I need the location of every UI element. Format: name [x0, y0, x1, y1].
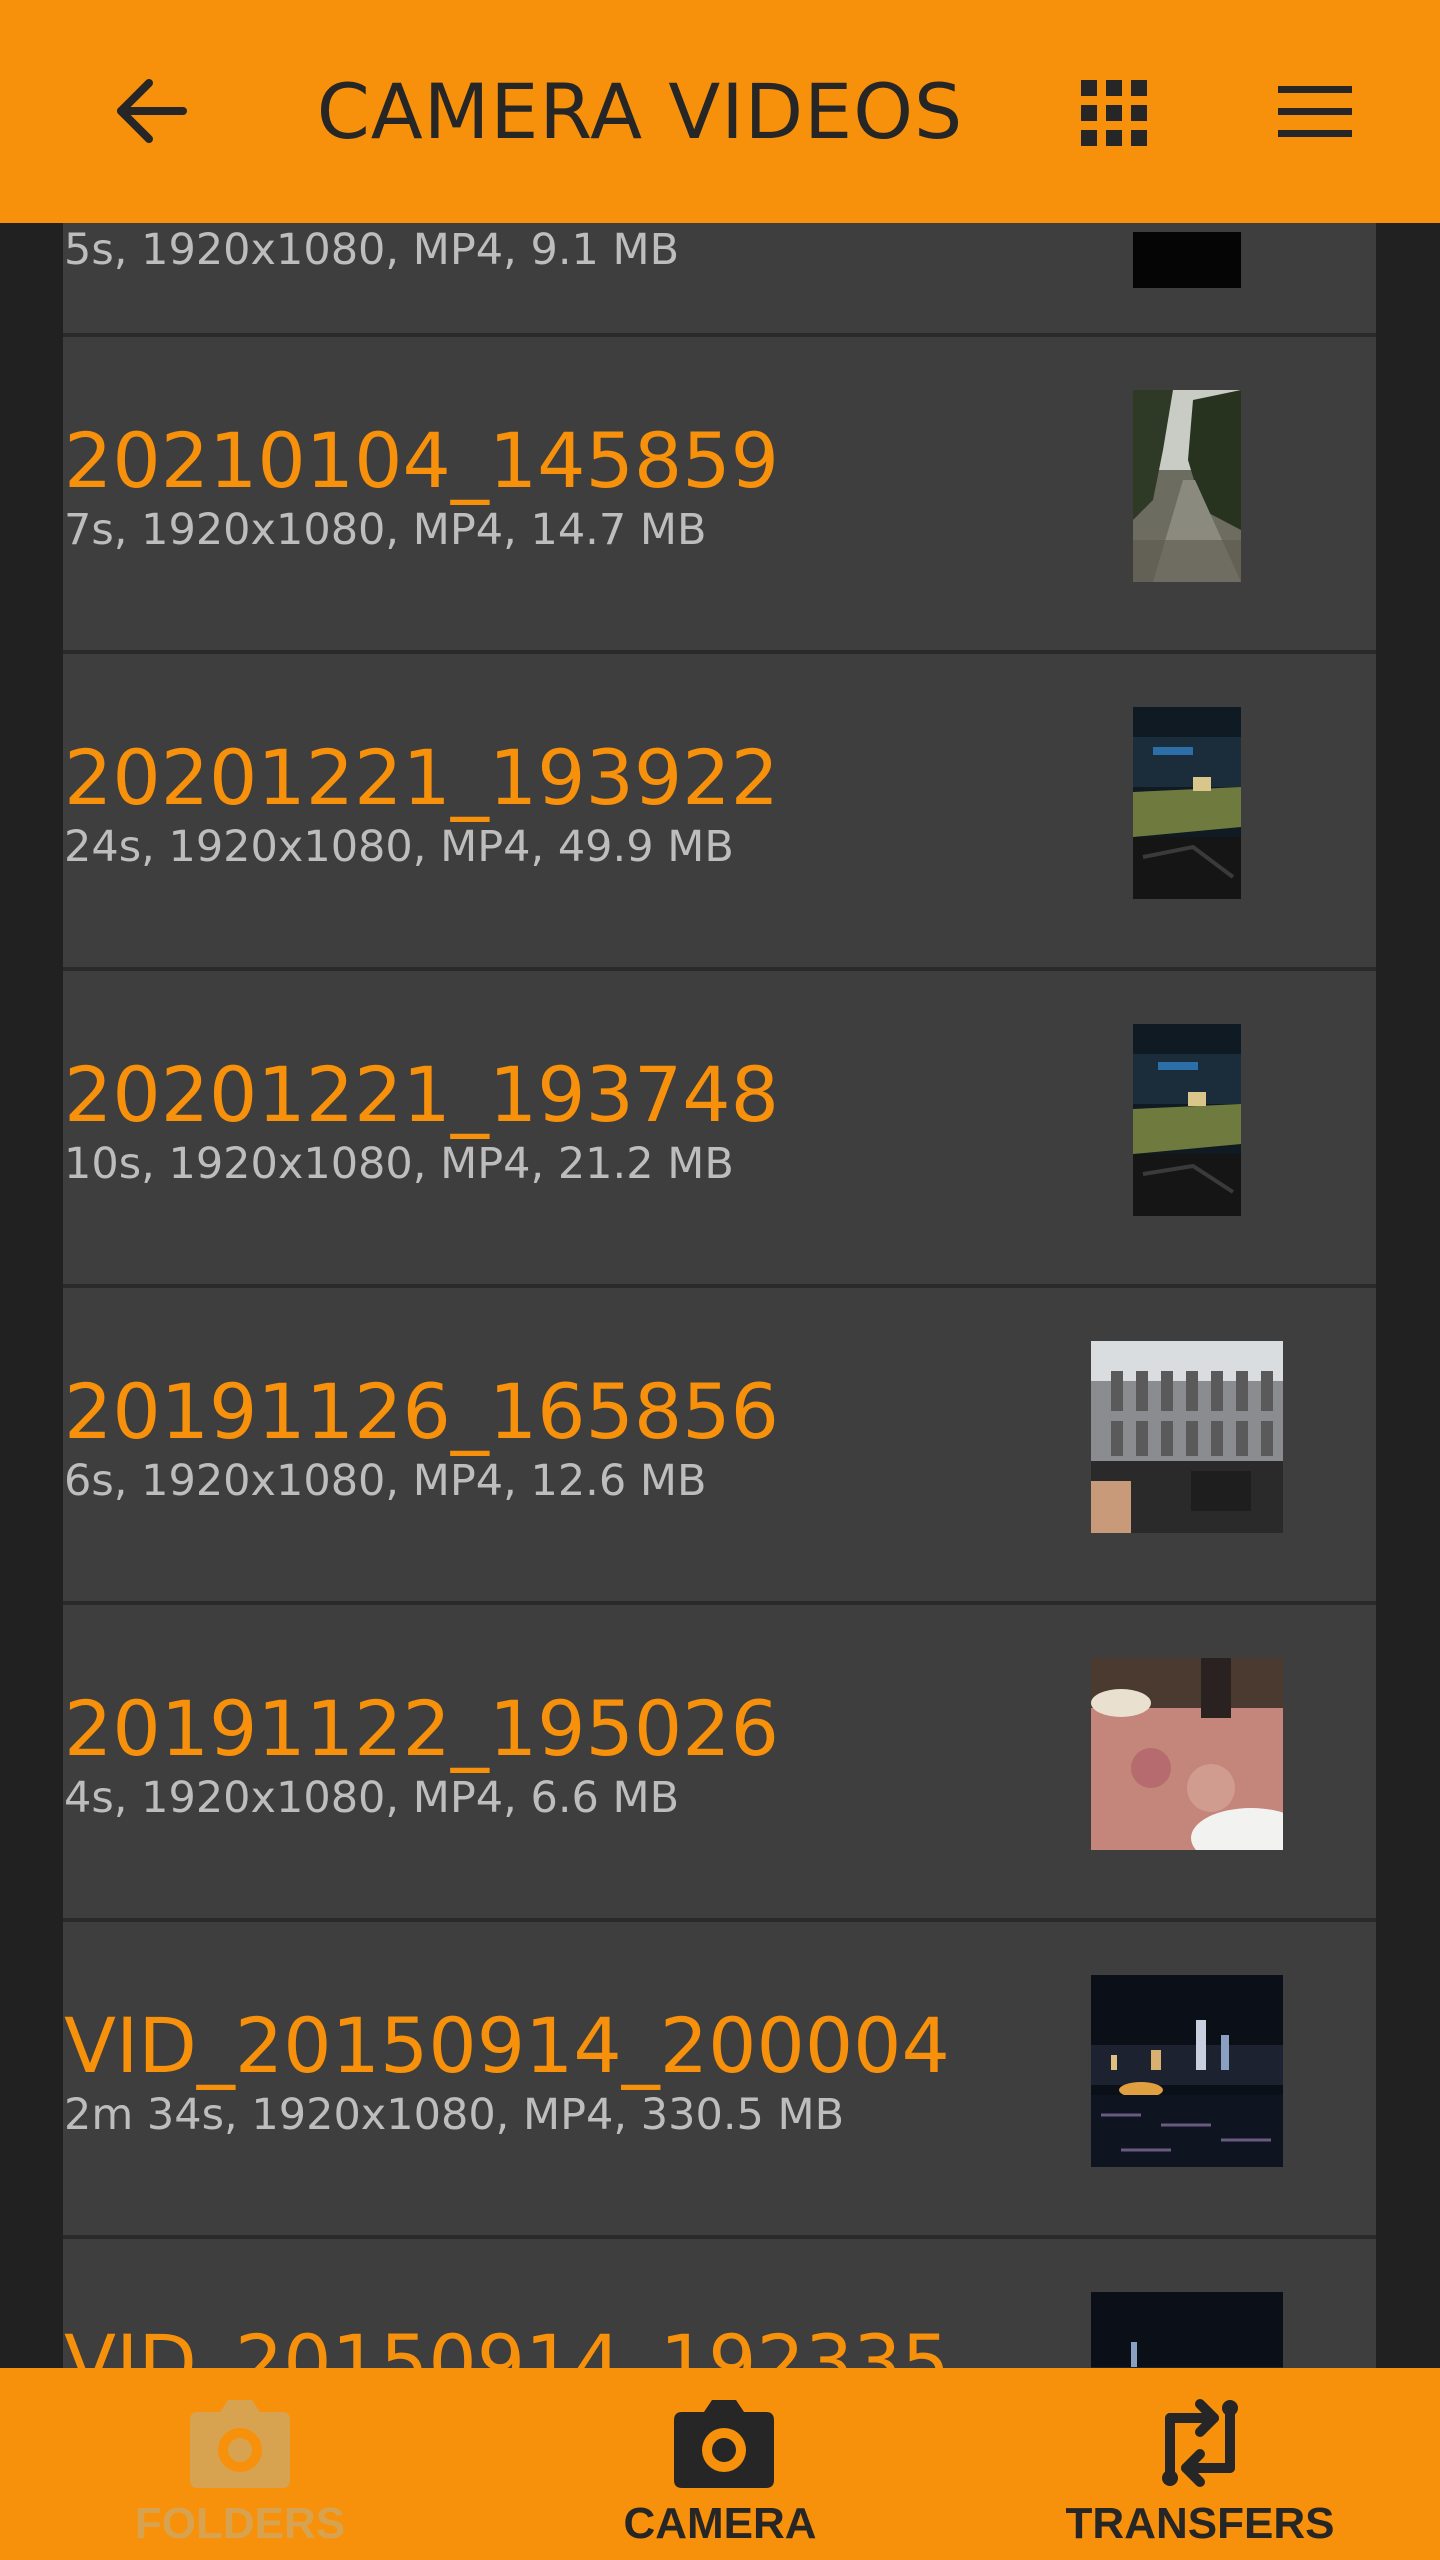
nav-camera-label: CAMERA	[623, 2499, 817, 2548]
video-name: VID_20150914_200004	[64, 2001, 950, 2090]
video-thumbnail	[1133, 1024, 1241, 1216]
video-name: 20201221_193748	[64, 1050, 779, 1139]
video-name: 20191126_165856	[64, 1367, 779, 1456]
nav-folders[interactable]: FOLDERS	[0, 2368, 480, 2560]
video-meta: 6s, 1920x1080, MP4, 12.6 MB	[64, 1456, 707, 1506]
grid-view-icon[interactable]	[1081, 80, 1147, 146]
video-meta: 24s, 1920x1080, MP4, 49.9 MB	[64, 822, 734, 872]
video-name: 20191122_195026	[64, 1684, 779, 1773]
video-thumbnail	[1091, 1658, 1283, 1850]
video-meta: 10s, 1920x1080, MP4, 21.2 MB	[64, 1139, 734, 1189]
hamburger-menu-icon[interactable]	[1278, 84, 1352, 140]
video-list: 5s, 1920x1080, MP4, 9.1 MB 20210104_1458…	[0, 0, 1440, 2560]
arrow-left-icon[interactable]	[115, 78, 187, 144]
video-thumbnail	[1133, 390, 1241, 582]
nav-folders-label: FOLDERS	[134, 2499, 346, 2548]
video-name: 20210104_145859	[64, 416, 779, 505]
video-thumbnail	[1091, 1975, 1283, 2167]
bottom-navigation: FOLDERS CAMERA TRANSFERS	[0, 2368, 1440, 2560]
camera-icon	[190, 2400, 290, 2488]
video-meta: 7s, 1920x1080, MP4, 14.7 MB	[64, 505, 707, 555]
video-thumbnail	[1091, 1341, 1283, 1533]
list-item[interactable]: 20201221_193922 24s, 1920x1080, MP4, 49.…	[63, 654, 1376, 971]
list-item[interactable]: 20191126_165856 6s, 1920x1080, MP4, 12.6…	[63, 1288, 1376, 1605]
video-meta: 4s, 1920x1080, MP4, 6.6 MB	[64, 1773, 680, 1823]
list-item[interactable]: 20201221_193748 10s, 1920x1080, MP4, 21.…	[63, 971, 1376, 1288]
page-title: CAMERA VIDEOS	[316, 67, 964, 156]
video-meta: 5s, 1920x1080, MP4, 9.1 MB	[64, 225, 680, 275]
camera-icon	[674, 2400, 774, 2488]
list-item[interactable]: VID_20150914_200004 2m 34s, 1920x1080, M…	[63, 1922, 1376, 2239]
nav-camera[interactable]: CAMERA	[480, 2368, 960, 2560]
app-header: CAMERA VIDEOS	[0, 0, 1440, 223]
video-name: 20201221_193922	[64, 733, 779, 822]
video-meta: 2m 34s, 1920x1080, MP4, 330.5 MB	[64, 2090, 845, 2140]
list-item[interactable]: 20210104_145859 7s, 1920x1080, MP4, 14.7…	[63, 337, 1376, 654]
transfer-arrows-icon	[1162, 2399, 1238, 2487]
video-thumbnail	[1133, 232, 1241, 288]
video-thumbnail	[1133, 707, 1241, 899]
nav-transfers[interactable]: TRANSFERS	[960, 2368, 1440, 2560]
nav-transfers-label: TRANSFERS	[1065, 2499, 1335, 2548]
list-item[interactable]: 20191122_195026 4s, 1920x1080, MP4, 6.6 …	[63, 1605, 1376, 1922]
